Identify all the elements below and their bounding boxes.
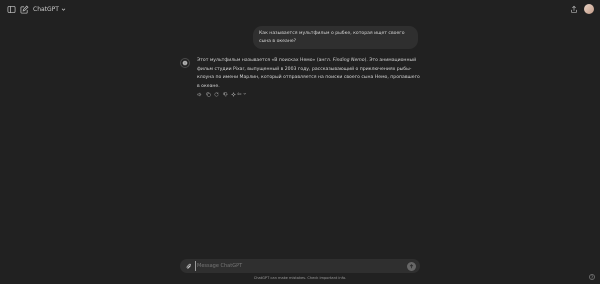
- paperclip-icon: [186, 263, 191, 268]
- thumbs-down-icon: [223, 92, 228, 97]
- sidebar-icon[interactable]: [6, 4, 16, 14]
- help-button[interactable]: ?: [589, 274, 595, 280]
- assistant-avatar: [180, 58, 190, 68]
- share-button[interactable]: [569, 4, 579, 14]
- arrow-up-icon: [409, 263, 414, 268]
- edit-icon: [19, 4, 28, 14]
- read-aloud-button[interactable]: [197, 91, 202, 97]
- model-switch-button[interactable]: 4o: [231, 91, 246, 97]
- openai-logo-icon: [182, 60, 188, 66]
- bad-response-button[interactable]: [223, 92, 228, 97]
- speaker-icon: [197, 91, 202, 97]
- attach-button[interactable]: [185, 262, 192, 270]
- assistant-text-part1: Этот мультфильм называется «В поисках Не…: [197, 58, 333, 63]
- disclaimer: ChatGPT can make mistakes. Check importa…: [253, 276, 347, 280]
- regenerate-icon: [214, 92, 219, 96]
- assistant-message: Этот мультфильм называется «В поисках Не…: [197, 57, 422, 91]
- copy-button[interactable]: [206, 92, 211, 97]
- new-chat-button[interactable]: [19, 4, 29, 14]
- message-input[interactable]: [195, 261, 395, 271]
- top-bar: ChatGPT: [0, 0, 600, 18]
- message-actions: 4o: [197, 91, 246, 97]
- copy-icon: [206, 92, 210, 96]
- user-message: Как называется мультфильм о рыбке, котор…: [253, 26, 418, 49]
- chevron-down-icon: [243, 93, 246, 95]
- user-avatar[interactable]: [584, 4, 594, 14]
- composer: [180, 259, 420, 273]
- send-button[interactable]: [407, 261, 416, 271]
- model-switch-label: 4o: [237, 92, 242, 96]
- model-selector[interactable]: ChatGPT: [33, 4, 66, 14]
- sparkle-icon: [231, 91, 236, 97]
- chevron-down-icon: [61, 8, 66, 11]
- share-icon: [571, 5, 577, 13]
- assistant-title-en: Finding Nemo: [332, 58, 365, 63]
- model-name: ChatGPT: [33, 5, 59, 13]
- regenerate-button[interactable]: [214, 92, 219, 97]
